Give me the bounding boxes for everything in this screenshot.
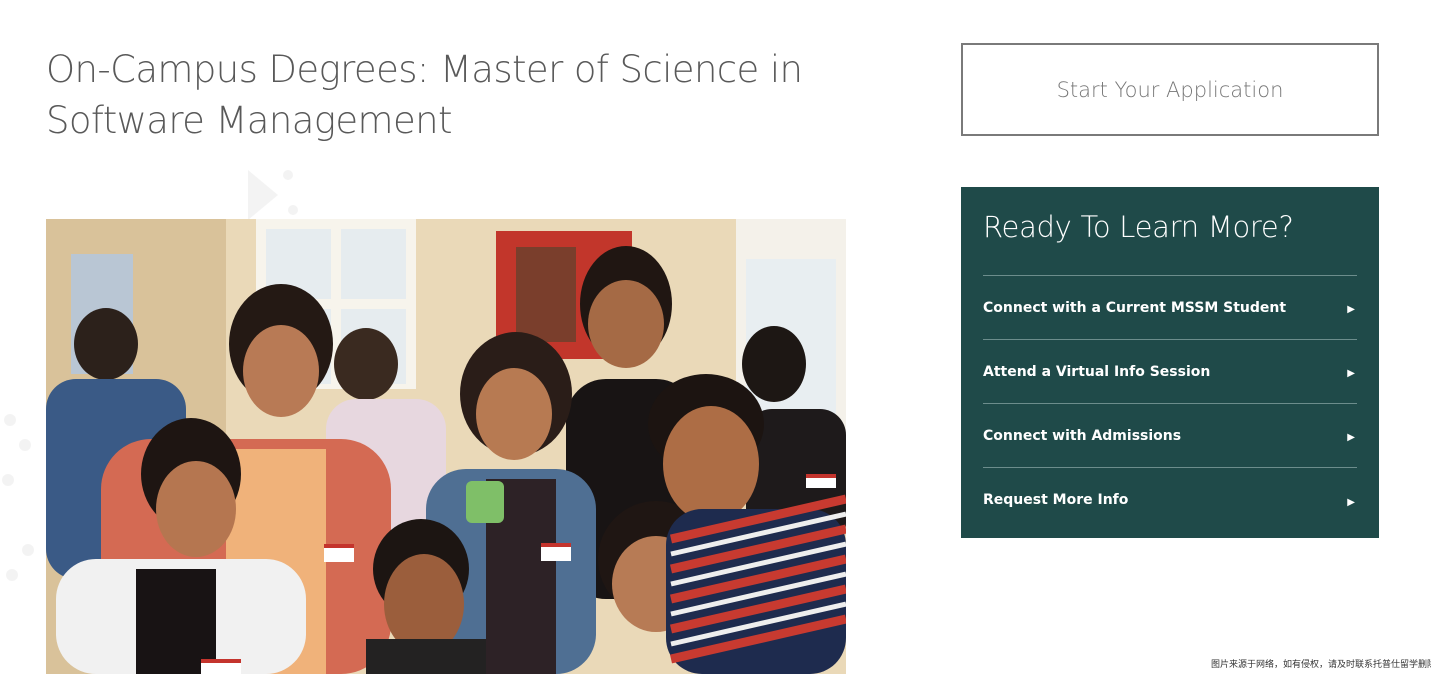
learn-more-panel: Ready To Learn More? Connect with a Curr… — [961, 187, 1379, 538]
page: On-Campus Degrees: Master of Science in … — [0, 0, 1431, 674]
learn-more-item-label: Connect with Admissions — [983, 427, 1182, 444]
play-arrow-icon: ▶ — [1347, 496, 1355, 508]
page-title: On-Campus Degrees: Master of Science in … — [46, 48, 803, 142]
play-arrow-icon: ▶ — [1347, 368, 1355, 379]
learn-more-item-connect-admissions[interactable]: Connect with Admissions ▶ — [983, 404, 1357, 468]
learn-more-item-virtual-info-session[interactable]: Attend a Virtual Info Session ▶ — [983, 340, 1357, 404]
image-credit-footnote: 图片来源于网络，如有侵权，请及时联系托普仕留学删除 — [1211, 660, 1431, 670]
learn-more-item-label: Connect with a Current MSSM Student — [983, 299, 1287, 316]
learn-more-item-connect-student[interactable]: Connect with a Current MSSM Student ▶ — [983, 276, 1357, 340]
background-pattern-icon — [0, 400, 45, 620]
learn-more-list: Connect with a Current MSSM Student ▶ At… — [983, 276, 1357, 532]
student-group-photo — [46, 219, 846, 674]
play-arrow-icon: ▶ — [1347, 304, 1355, 315]
learn-more-item-request-info[interactable]: Request More Info ▶ — [983, 468, 1357, 532]
learn-more-item-label: Request More Info — [983, 492, 1129, 508]
learn-more-item-label: Attend a Virtual Info Session — [983, 363, 1211, 380]
play-arrow-icon: ▶ — [1347, 432, 1355, 443]
learn-more-heading: Ready To Learn More? — [983, 207, 1357, 276]
start-application-button[interactable]: Start Your Application — [961, 43, 1379, 136]
